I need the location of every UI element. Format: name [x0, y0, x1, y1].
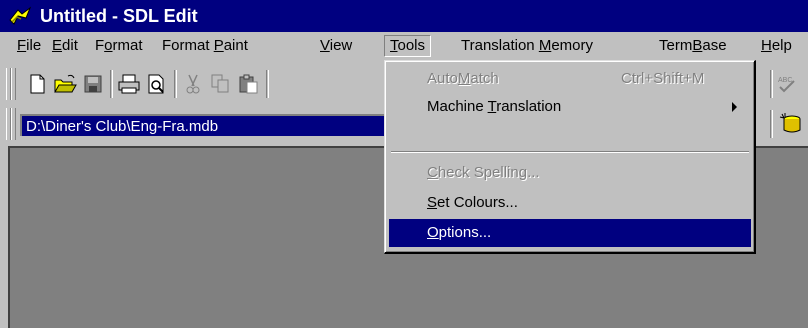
- cut-icon[interactable]: [180, 72, 206, 96]
- menu-edit[interactable]: Edit: [47, 36, 83, 56]
- menu-item-automatch[interactable]: AutoMatch Ctrl+Shift+M: [389, 65, 751, 93]
- menu-item-set-colours[interactable]: Set Colours...: [389, 189, 751, 217]
- menu-label: F: [95, 37, 105, 54]
- menu-bar: File Edit Format Format Paint View Tools…: [0, 32, 808, 60]
- menu-label: ools: [397, 37, 426, 54]
- menu-accel: P: [213, 37, 224, 54]
- menu-label: Format: [162, 37, 214, 54]
- menu-label: iew: [329, 37, 353, 54]
- open-folder-icon[interactable]: [52, 72, 78, 96]
- menu-accel: B: [692, 37, 703, 54]
- menu-item-label: Options...: [427, 224, 492, 241]
- menu-format-paint[interactable]: Format Paint: [157, 36, 253, 56]
- menu-item-label: Set Colours...: [427, 194, 518, 211]
- toolbar-grip[interactable]: [11, 108, 16, 140]
- toolbar-grip[interactable]: [11, 68, 16, 100]
- menu-label: aint: [223, 37, 248, 54]
- menu-termbase[interactable]: TermBase: [654, 36, 732, 56]
- menu-item-check-spelling[interactable]: Check Spelling...: [389, 159, 751, 187]
- new-document-icon[interactable]: [24, 72, 50, 96]
- menu-item-machine-translation[interactable]: Machine Translation: [389, 93, 751, 121]
- menu-item-options[interactable]: Options...: [389, 219, 751, 247]
- menu-accel: o: [104, 37, 113, 54]
- menu-label: elp: [771, 37, 792, 54]
- tools-menu-dropdown: AutoMatch Ctrl+Shift+M Machine Translati…: [384, 60, 756, 254]
- menu-accel: E: [52, 37, 63, 54]
- paste-icon[interactable]: [236, 72, 262, 96]
- menu-view[interactable]: View: [315, 36, 357, 56]
- menu-label: emory: [551, 37, 593, 54]
- menu-accel: V: [320, 37, 330, 54]
- menu-label: Term: [659, 37, 693, 54]
- window-title: Untitled - SDL Edit: [40, 6, 198, 26]
- menu-file[interactable]: File: [12, 36, 46, 56]
- svg-text:ABC: ABC: [778, 77, 792, 84]
- menu-label: Translation: [461, 37, 539, 54]
- spellcheck-icon[interactable]: ABC: [774, 72, 800, 96]
- menu-label: rmat: [112, 37, 143, 54]
- menu-label: ase: [702, 37, 727, 54]
- menu-accel: H: [761, 37, 772, 54]
- menu-item-label: Machine Translation: [427, 98, 562, 115]
- title-bar[interactable]: Untitled - SDL Edit: [0, 0, 808, 32]
- menu-accel: F: [17, 37, 27, 54]
- copy-icon[interactable]: [208, 72, 234, 96]
- print-icon[interactable]: [116, 72, 142, 96]
- save-icon[interactable]: [80, 72, 106, 96]
- menu-accel: T: [390, 37, 398, 54]
- menu-item-label: Check Spelling...: [427, 164, 540, 181]
- menu-accel: M: [538, 37, 552, 54]
- menu-translation-memory[interactable]: Translation Memory: [456, 36, 598, 56]
- menu-label: dit: [62, 37, 78, 54]
- database-path-field[interactable]: D:\Diner's Club\Eng-Fra.mdb: [20, 114, 400, 136]
- database-icon[interactable]: [778, 112, 804, 136]
- menu-item-label: AutoMatch: [427, 70, 499, 87]
- menu-item-shortcut: Ctrl+Shift+M: [621, 70, 705, 87]
- menu-help[interactable]: Help: [756, 36, 797, 56]
- app-icon[interactable]: [8, 6, 32, 26]
- submenu-arrow-icon: [732, 102, 737, 112]
- menu-separator: [391, 151, 749, 153]
- print-preview-icon[interactable]: [144, 72, 170, 96]
- menu-tools[interactable]: Tools: [384, 35, 432, 57]
- menu-format[interactable]: Format: [90, 36, 148, 56]
- menu-label: ile: [26, 37, 42, 54]
